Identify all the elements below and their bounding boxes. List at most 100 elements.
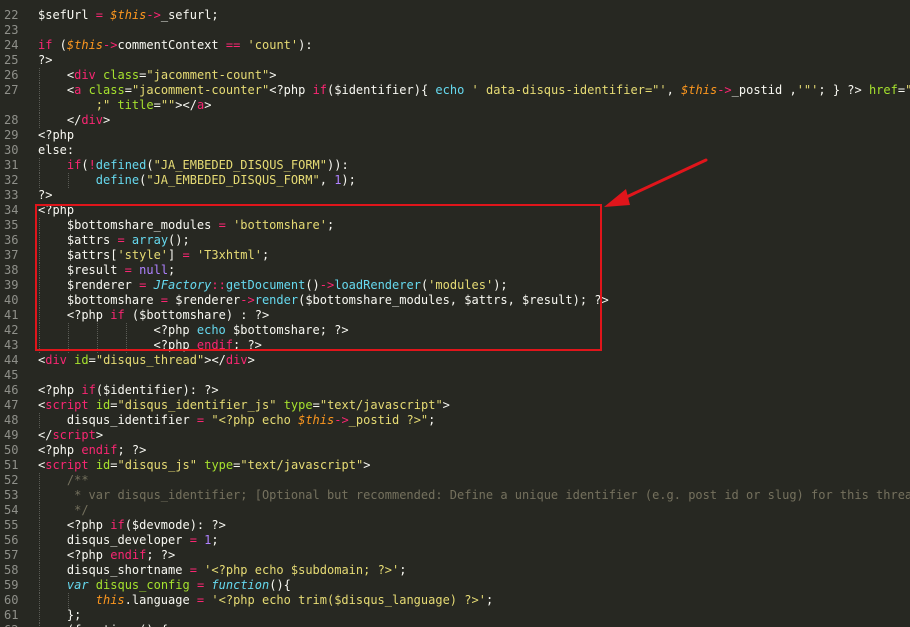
- code-line[interactable]: 45: [0, 368, 910, 383]
- code-token: ; ?>: [117, 443, 147, 457]
- code-token: else:: [38, 143, 75, 157]
- code-token: language: [131, 593, 197, 607]
- code-line[interactable]: 54 */: [0, 503, 910, 518]
- code-text: disqus_developer = 1;: [67, 533, 219, 548]
- code-line[interactable]: 57 <?php endif; ?>: [0, 548, 910, 563]
- code-token: ;: [168, 263, 176, 277]
- code-line[interactable]: 56 disqus_developer = 1;: [0, 533, 910, 548]
- code-token: ($identifier): ?>: [95, 383, 219, 397]
- code-token: ></: [204, 353, 226, 367]
- code-token: "jacomment-counter": [131, 83, 270, 97]
- code-line[interactable]: 31 if(!defined("JA_EMBEDED_DISQUS_FORM"))…: [0, 158, 910, 173]
- code-line[interactable]: 62 (function () {: [0, 623, 910, 627]
- code-token: <?php: [153, 323, 197, 337]
- code-line[interactable]: 29 <?php: [0, 128, 910, 143]
- code-token: $this: [66, 38, 104, 52]
- code-line[interactable]: 26 <div class="jacomment-count">: [0, 68, 910, 83]
- line-number: 51: [4, 458, 19, 472]
- code-token: ,: [319, 173, 335, 187]
- indent-guide: [39, 308, 41, 323]
- code-line[interactable]: 22 $sefUrl = $this->_sefurl;: [0, 8, 910, 23]
- code-token: ;: [211, 533, 219, 547]
- code-line[interactable]: 30 else:: [0, 143, 910, 158]
- code-line[interactable]: 25 ?>: [0, 53, 910, 68]
- code-line[interactable]: 38 $result = null;: [0, 263, 910, 278]
- code-line[interactable]: 24 if ($this->commentContext == 'count'):: [0, 38, 910, 53]
- line-number: 52: [4, 473, 19, 487]
- code-line[interactable]: 51 <script id="disqus_js" type="text/java…: [0, 458, 910, 473]
- code-line[interactable]: 28 </div>: [0, 113, 910, 128]
- indent-guide: [39, 503, 41, 518]
- code-token: ->: [103, 38, 118, 52]
- code-line[interactable]: 33 ?>: [0, 188, 910, 203]
- code-line[interactable]: 48 disqus_identifier = "<?php echo $this-…: [0, 413, 910, 428]
- line-number: 41: [4, 308, 19, 322]
- code-token: ($bottomshare) : ?>: [124, 308, 270, 322]
- code-text: <?php endif; ?>: [67, 548, 175, 563]
- code-token: $sefUrl: [38, 8, 96, 22]
- code-token: div: [225, 353, 248, 367]
- code-line[interactable]: 55 <?php if($devmode): ?>: [0, 518, 910, 533]
- code-line[interactable]: 27 <a class="jacomment-counter"<?php if($…: [0, 83, 910, 98]
- code-line[interactable]: 49 </script>: [0, 428, 910, 443]
- code-token: script: [45, 398, 89, 412]
- code-line[interactable]: 35 $bottomshare_modules = 'bottomshare';: [0, 218, 910, 233]
- code-token: =: [124, 263, 132, 277]
- line-number: 60: [4, 593, 19, 607]
- indent-guide: [39, 413, 41, 428]
- code-text: </script>: [38, 428, 103, 443]
- code-token: "disqus_thread": [95, 353, 205, 367]
- code-line[interactable]: 59 var disqus_config = function(){: [0, 578, 910, 593]
- code-line[interactable]: 43 <?php endif; ?>: [0, 338, 910, 353]
- code-token: (): [305, 278, 320, 292]
- code-token: ;: [428, 413, 436, 427]
- code-token: type: [204, 458, 234, 472]
- code-token: <?php: [38, 128, 75, 142]
- line-number: 62: [0, 623, 34, 627]
- line-number: 35: [4, 218, 19, 232]
- code-token: ->: [334, 413, 349, 427]
- code-line[interactable]: 47 <script id="disqus_identifier_js" type…: [0, 398, 910, 413]
- code-line[interactable]: 37 $attrs['style'] = 'T3xhtml';: [0, 248, 910, 263]
- code-line[interactable]: 46 <?php if($identifier): ?>: [0, 383, 910, 398]
- code-text: <?php if($devmode): ?>: [67, 518, 226, 533]
- indent-guide: [125, 323, 128, 338]
- code-line[interactable]: 23: [0, 23, 910, 38]
- code-token: ->: [240, 293, 255, 307]
- code-text: </div>: [67, 113, 110, 128]
- code-line[interactable]: 42 <?php echo $bottomshare; ?>: [0, 323, 910, 338]
- line-number: 48: [4, 413, 19, 427]
- code-line[interactable]: 32 define("JA_EMBEDED_DISQUS_FORM", 1);: [0, 173, 910, 188]
- code-editor[interactable]: 22 $sefUrl = $this->_sefurl; 23 24 if ($this…: [0, 0, 910, 627]
- code-line[interactable]: 40 $bottomshare = $renderer->render($bott…: [0, 293, 910, 308]
- code-line[interactable]: 53 * var disqus_identifier; [Optional bu…: [0, 488, 910, 503]
- code-line[interactable]: ;" title=""></a>: [0, 98, 910, 113]
- code-line[interactable]: 41 <?php if ($bottomshare) : ?>: [0, 308, 910, 323]
- code-token: if: [110, 518, 125, 532]
- code-line[interactable]: 58 disqus_shortname = '<?php echo $subdom…: [0, 563, 910, 578]
- code-token: </: [66, 113, 82, 127]
- code-token: $attrs: [66, 233, 118, 247]
- code-token: function: [211, 578, 270, 592]
- code-line[interactable]: 44 <div id="disqus_thread"></div>: [0, 353, 910, 368]
- line-number: 38: [4, 263, 19, 277]
- code-token: class: [88, 83, 125, 97]
- code-line[interactable]: 60 this.language = '<?php echo trim($disq…: [0, 593, 910, 608]
- code-line[interactable]: 34 <?php: [0, 203, 910, 218]
- code-token: <?php: [66, 518, 111, 532]
- code-line[interactable]: 36 $attrs = array();: [0, 233, 910, 248]
- code-token: if: [81, 383, 96, 397]
- code-line[interactable]: 39 $renderer = JFactory::getDocument()->l…: [0, 278, 910, 293]
- line-number: 23: [4, 23, 19, 37]
- code-token: "disqus_identifier_js": [117, 398, 277, 412]
- code-line[interactable]: 61};: [0, 608, 910, 623]
- code-token: ($identifier){: [327, 83, 436, 97]
- code-token: (: [81, 158, 89, 172]
- code-line[interactable]: 52 /**: [0, 473, 910, 488]
- indent-guide: [39, 563, 41, 578]
- code-token: href: [868, 83, 898, 97]
- code-line[interactable]: 50 <?php endif; ?>: [0, 443, 910, 458]
- indent-guide: [39, 158, 41, 173]
